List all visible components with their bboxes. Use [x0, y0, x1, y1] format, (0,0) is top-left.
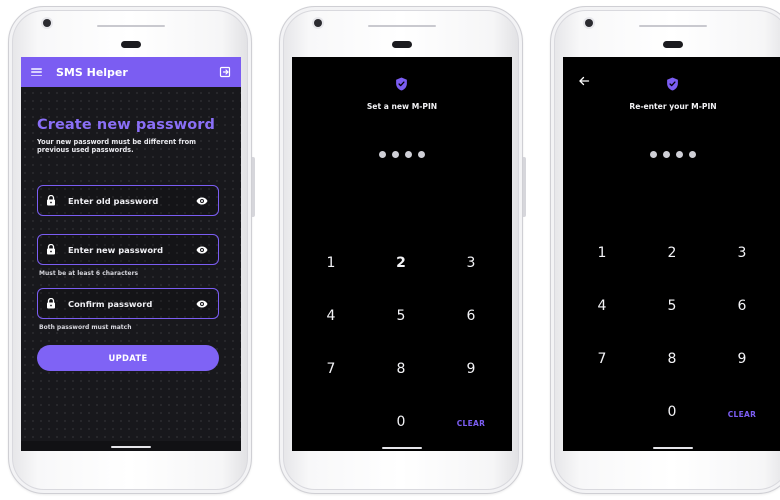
logout-icon[interactable]: [219, 66, 231, 78]
pin-dot: [676, 151, 683, 158]
pin-indicator: [563, 151, 780, 158]
phone-frame-1: SMS Helper Create new password Your new …: [8, 6, 255, 494]
new-password-placeholder: Enter new password: [68, 244, 164, 255]
pin-dot: [650, 151, 657, 158]
pin-dot: [392, 151, 399, 158]
shield-icon: [396, 77, 407, 91]
eye-icon[interactable]: [196, 197, 208, 205]
keypad-key-2[interactable]: 2: [652, 245, 692, 261]
keypad-key-3[interactable]: 3: [722, 245, 762, 261]
pin-dot: [418, 151, 425, 158]
lock-icon: [47, 298, 55, 309]
keypad-key-0[interactable]: 0: [381, 414, 421, 430]
clear-button[interactable]: CLEAR: [451, 419, 491, 428]
pin-dot: [379, 151, 386, 158]
confirm-password-hint: Both password must match: [39, 324, 132, 331]
app-title: SMS Helper: [56, 65, 128, 79]
pin-indicator: [292, 151, 512, 158]
keypad-key-9[interactable]: 9: [451, 361, 491, 377]
keypad-key-9[interactable]: 9: [722, 351, 762, 367]
keypad-key-4[interactable]: 4: [582, 298, 622, 314]
phone-frame-3: Re-enter your M-PIN 1 2 3 4 5 6 7 8 9 0 …: [550, 6, 780, 494]
front-camera: [314, 19, 322, 27]
keypad-key-8[interactable]: 8: [381, 361, 421, 377]
pin-title: Re-enter your M-PIN: [629, 102, 717, 111]
keypad-key-1[interactable]: 1: [582, 245, 622, 261]
keypad-key-0[interactable]: 0: [652, 404, 692, 420]
keypad-key-3[interactable]: 3: [451, 255, 491, 271]
keypad-key-1[interactable]: 1: [311, 255, 351, 271]
speaker-grille: [121, 41, 141, 48]
speaker-grille: [392, 41, 412, 48]
eye-icon[interactable]: [196, 246, 208, 254]
new-password-hint: Must be at least 6 characters: [39, 270, 139, 277]
pin-dot: [663, 151, 670, 158]
home-indicator[interactable]: [382, 447, 422, 449]
set-pin-screen: Set a new M-PIN 1 2 3 4 5 6 7 8 9 0 CLEA…: [292, 57, 512, 451]
hamburger-menu-icon[interactable]: [31, 68, 42, 76]
confirm-password-field[interactable]: Confirm password: [37, 288, 219, 319]
earpiece-line: [97, 25, 165, 27]
shield-icon: [667, 77, 678, 91]
keypad-key-7[interactable]: 7: [311, 361, 351, 377]
pin-dot: [689, 151, 696, 158]
clear-button[interactable]: CLEAR: [722, 410, 762, 419]
home-indicator[interactable]: [111, 446, 151, 448]
lock-icon: [47, 244, 55, 255]
app-bar: SMS Helper: [21, 57, 241, 87]
keypad-key-6[interactable]: 6: [722, 298, 762, 314]
old-password-placeholder: Enter old password: [68, 195, 159, 206]
new-password-field[interactable]: Enter new password: [37, 234, 219, 265]
keypad-key-5[interactable]: 5: [381, 308, 421, 324]
confirm-password-placeholder: Confirm password: [68, 298, 153, 309]
pin-dot: [405, 151, 412, 158]
keypad-key-2[interactable]: 2: [381, 255, 421, 271]
keypad-key-4[interactable]: 4: [311, 308, 351, 324]
page-title: Create new password: [37, 117, 216, 133]
old-password-field[interactable]: Enter old password: [37, 185, 219, 216]
earpiece-line: [639, 25, 707, 27]
back-arrow-icon[interactable]: [578, 75, 590, 87]
keypad-key-6[interactable]: 6: [451, 308, 491, 324]
reenter-pin-screen: Re-enter your M-PIN 1 2 3 4 5 6 7 8 9 0 …: [563, 57, 780, 451]
keypad-key-8[interactable]: 8: [652, 351, 692, 367]
phone-frame-2: Set a new M-PIN 1 2 3 4 5 6 7 8 9 0 CLEA…: [279, 6, 526, 494]
page-description: Your new password must be different from…: [37, 138, 197, 155]
home-indicator[interactable]: [653, 447, 693, 449]
keypad-key-7[interactable]: 7: [582, 351, 622, 367]
earpiece-line: [368, 25, 436, 27]
eye-icon[interactable]: [196, 300, 208, 308]
front-camera: [43, 19, 51, 27]
update-button[interactable]: UPDATE: [37, 345, 219, 371]
pin-title: Set a new M-PIN: [366, 102, 438, 111]
speaker-grille: [663, 41, 683, 48]
keypad-key-5[interactable]: 5: [652, 298, 692, 314]
front-camera: [585, 19, 593, 27]
create-password-screen: SMS Helper Create new password Your new …: [21, 57, 241, 451]
lock-icon: [47, 195, 55, 206]
